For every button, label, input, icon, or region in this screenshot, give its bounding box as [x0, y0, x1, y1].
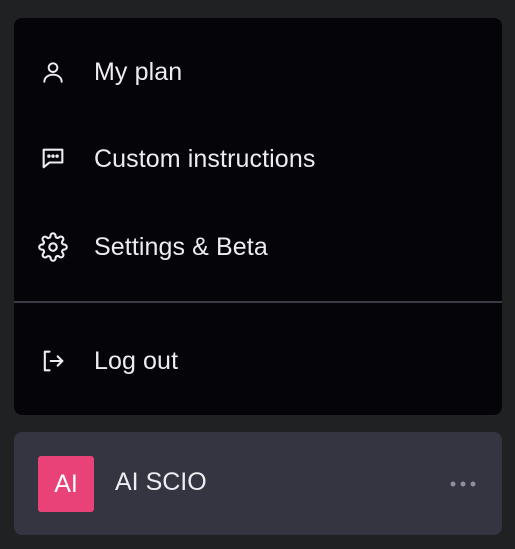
account-menu: My plan Custom instructions Settings & B…	[14, 18, 502, 415]
user-icon	[38, 57, 68, 87]
menu-item-my-plan[interactable]: My plan	[14, 42, 502, 102]
menu-item-log-out[interactable]: Log out	[14, 331, 502, 391]
menu-item-label: Settings & Beta	[94, 232, 268, 261]
menu-item-custom-instructions[interactable]: Custom instructions	[14, 129, 502, 189]
menu-item-label: Log out	[94, 346, 179, 375]
menu-item-label: Custom instructions	[94, 144, 316, 173]
menu-item-settings-beta[interactable]: Settings & Beta	[14, 217, 502, 277]
ellipsis-icon[interactable]	[446, 470, 480, 498]
avatar: AI	[38, 456, 94, 512]
logout-icon	[38, 346, 68, 376]
menu-divider	[14, 301, 502, 303]
menu-item-label: My plan	[94, 57, 183, 86]
user-profile-button[interactable]: AI AI SCIO	[14, 432, 502, 535]
message-dots-icon	[38, 144, 68, 174]
gear-icon	[38, 232, 68, 262]
profile-name: AI SCIO	[115, 468, 207, 496]
